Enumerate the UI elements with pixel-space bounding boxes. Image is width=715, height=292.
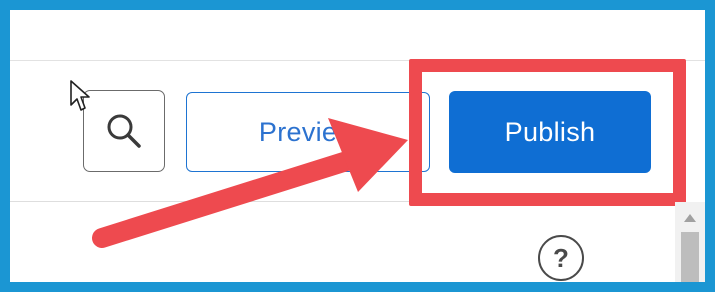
search-icon	[107, 114, 141, 148]
help-icon-glyph: ?	[553, 242, 569, 273]
editor-header-area: Preview Publish ?	[10, 10, 705, 282]
vertical-scrollbar[interactable]	[675, 202, 705, 282]
scrollbar-thumb[interactable]	[681, 232, 699, 282]
mouse-cursor-icon	[70, 80, 90, 111]
help-icon[interactable]: ?	[538, 235, 584, 281]
preview-button[interactable]: Preview	[186, 92, 430, 172]
preview-button-label: Preview	[258, 116, 358, 147]
search-button[interactable]	[83, 90, 165, 172]
annotation-highlight-box	[409, 59, 686, 206]
screenshot-frame: Preview Publish ?	[0, 0, 715, 292]
scroll-up-icon[interactable]	[675, 210, 705, 226]
